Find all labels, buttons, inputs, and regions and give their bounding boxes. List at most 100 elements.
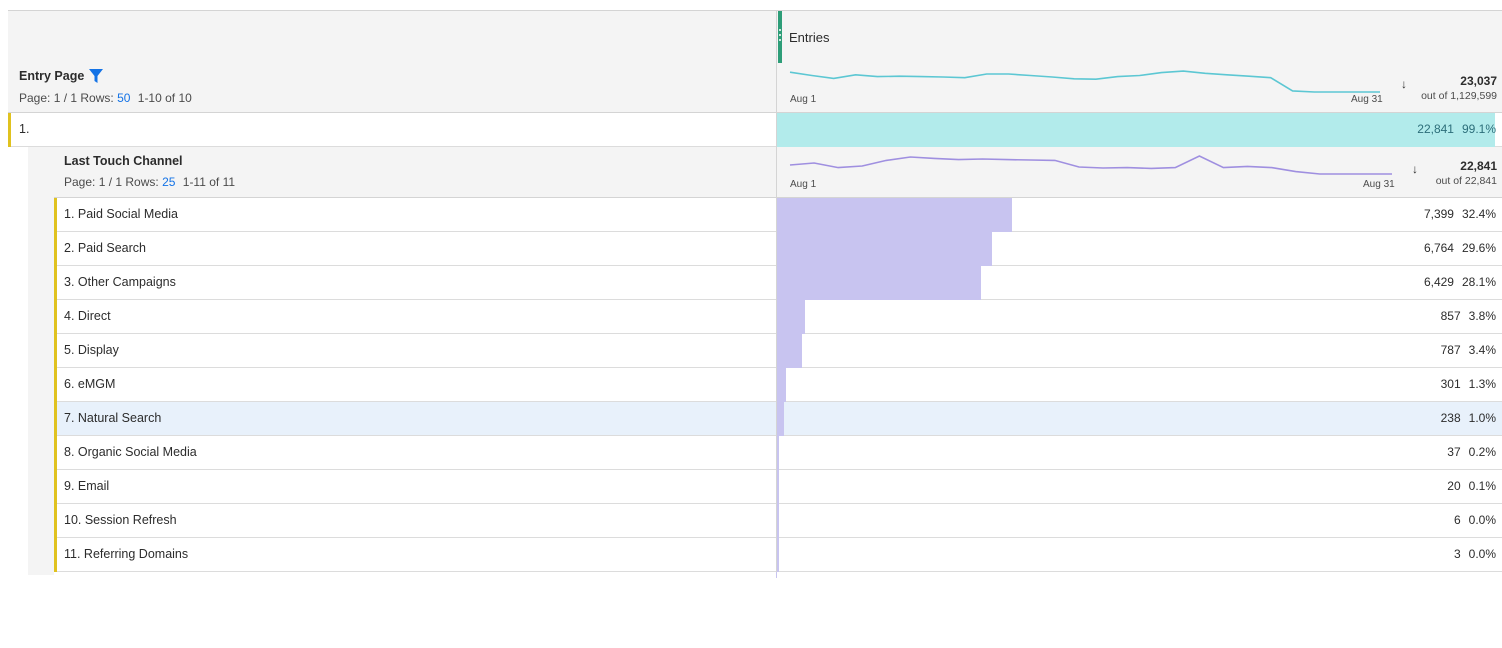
row-accent bbox=[54, 436, 57, 470]
channel-bar bbox=[777, 266, 981, 300]
channel-bar bbox=[777, 538, 779, 572]
entry-page-bar bbox=[777, 113, 1496, 147]
channel-dimension-name[interactable]: Last Touch Channel bbox=[64, 154, 183, 168]
row-label[interactable]: 3. Other Campaigns bbox=[64, 275, 176, 289]
page-label: Page: 1 / 1 Rows: bbox=[64, 175, 159, 189]
value-percent: 29.6% bbox=[1461, 241, 1496, 255]
entry-page-total-of: out of 1,129,599 bbox=[1421, 90, 1497, 102]
row-range: 1-10 of 10 bbox=[137, 91, 192, 105]
row-label[interactable]: 4. Direct bbox=[64, 309, 111, 323]
row-label[interactable]: 1. bbox=[19, 122, 29, 136]
breakdown-indent bbox=[28, 147, 54, 575]
rows-per-page-selector[interactable]: 25 bbox=[162, 175, 175, 189]
value-count: 3 bbox=[1453, 547, 1461, 561]
value-count: 22,841 bbox=[1417, 122, 1454, 136]
value-percent: 0.0% bbox=[1468, 547, 1496, 561]
row-value: 22,841 99.1% bbox=[1417, 122, 1496, 136]
channel-bar bbox=[777, 368, 787, 402]
column-divider bbox=[776, 147, 777, 197]
value-count: 301 bbox=[1440, 377, 1461, 391]
table-row[interactable]: 6. eMGM 301 1.3% bbox=[54, 368, 1502, 402]
value-percent: 3.8% bbox=[1468, 309, 1496, 323]
value-count: 20 bbox=[1447, 479, 1461, 493]
table-row[interactable]: 5. Display 787 3.4% bbox=[54, 334, 1502, 368]
channel-bar bbox=[777, 300, 805, 334]
row-value: 6 0.0% bbox=[1454, 513, 1496, 527]
value-percent: 1.3% bbox=[1468, 377, 1496, 391]
table-row[interactable]: 11. Referring Domains 3 0.0% bbox=[54, 538, 1502, 572]
row-value: 301 1.3% bbox=[1441, 377, 1496, 391]
row-label[interactable]: 5. Display bbox=[64, 343, 119, 357]
row-value: 7,399 32.4% bbox=[1424, 207, 1496, 221]
row-accent bbox=[54, 198, 57, 232]
row-value: 3 0.0% bbox=[1454, 547, 1496, 561]
value-count: 238 bbox=[1440, 411, 1461, 425]
row-value: 857 3.8% bbox=[1441, 309, 1496, 323]
table-row[interactable]: 9. Email 20 0.1% bbox=[54, 470, 1502, 504]
sparkline-start-label: Aug 1 bbox=[790, 94, 817, 105]
value-count: 6,764 bbox=[1423, 241, 1454, 255]
value-count: 857 bbox=[1440, 309, 1461, 323]
row-label[interactable]: 10. Session Refresh bbox=[64, 513, 177, 527]
value-percent: 0.1% bbox=[1468, 479, 1496, 493]
row-label[interactable]: 6. eMGM bbox=[64, 377, 115, 391]
channel-bar bbox=[777, 198, 1012, 232]
row-label[interactable]: 11. Referring Domains bbox=[64, 547, 188, 561]
row-value: 787 3.4% bbox=[1441, 343, 1496, 357]
row-label[interactable]: 1. Paid Social Media bbox=[64, 207, 178, 221]
channel-pagination: Page: 1 / 1 Rows: 25 1-11 of 11 bbox=[64, 175, 235, 189]
metric-column-title[interactable]: Entries bbox=[789, 30, 829, 45]
table-row[interactable]: 7. Natural Search 238 1.0% bbox=[54, 402, 1502, 436]
sparkline-path bbox=[789, 155, 1392, 175]
table-row[interactable]: 10. Session Refresh 6 0.0% bbox=[54, 504, 1502, 538]
value-percent: 3.4% bbox=[1468, 343, 1496, 357]
table-row[interactable]: 1. 22,841 99.1% bbox=[8, 113, 1502, 147]
table-row[interactable]: 3. Other Campaigns 6,429 28.1% bbox=[54, 266, 1502, 300]
channel-bar bbox=[777, 504, 779, 538]
row-label[interactable]: 7. Natural Search bbox=[64, 411, 161, 425]
drag-handle-icon[interactable] bbox=[778, 11, 782, 63]
table-header: Entries bbox=[8, 10, 1502, 64]
row-accent bbox=[54, 266, 57, 300]
sparkline-path bbox=[789, 70, 1380, 93]
entry-page-header: Entry Page Page: 1 / 1 Rows: 50 1-10 of … bbox=[8, 63, 1502, 113]
sparkline-start-label: Aug 1 bbox=[790, 179, 817, 190]
row-label[interactable]: 8. Organic Social Media bbox=[64, 445, 197, 459]
value-count: 7,399 bbox=[1423, 207, 1454, 221]
channel-bar bbox=[777, 334, 802, 368]
row-value: 238 1.0% bbox=[1441, 411, 1496, 425]
channel-bar bbox=[777, 402, 785, 436]
row-accent bbox=[54, 504, 57, 538]
entry-page-dimension-name[interactable]: Entry Page bbox=[19, 69, 84, 83]
column-divider bbox=[776, 63, 777, 112]
entry-page-total: 23,037 bbox=[1460, 74, 1497, 88]
value-count: 6 bbox=[1453, 513, 1461, 527]
row-value: 6,764 29.6% bbox=[1424, 241, 1496, 255]
channel-bar bbox=[777, 470, 779, 504]
filter-icon[interactable] bbox=[88, 68, 104, 84]
value-percent: 0.2% bbox=[1468, 445, 1496, 459]
row-label[interactable]: 9. Email bbox=[64, 479, 109, 493]
row-accent bbox=[54, 402, 57, 436]
row-value: 37 0.2% bbox=[1447, 445, 1496, 459]
channel-sparkline bbox=[789, 155, 1392, 175]
column-divider bbox=[776, 11, 777, 63]
row-value: 20 0.1% bbox=[1447, 479, 1496, 493]
row-accent bbox=[54, 368, 57, 402]
table-row[interactable]: 1. Paid Social Media 7,399 32.4% bbox=[54, 198, 1502, 232]
table-row[interactable]: 2. Paid Search 6,764 29.6% bbox=[54, 232, 1502, 266]
row-accent bbox=[54, 538, 57, 572]
row-label[interactable]: 2. Paid Search bbox=[64, 241, 146, 255]
value-count: 6,429 bbox=[1423, 275, 1454, 289]
value-percent: 32.4% bbox=[1461, 207, 1496, 221]
channel-bar bbox=[777, 436, 779, 470]
row-accent bbox=[54, 470, 57, 504]
entry-page-sparkline bbox=[789, 70, 1380, 93]
row-value: 6,429 28.1% bbox=[1424, 275, 1496, 289]
table-row[interactable]: 8. Organic Social Media 37 0.2% bbox=[54, 436, 1502, 470]
row-accent bbox=[54, 334, 57, 368]
row-accent bbox=[54, 300, 57, 334]
rows-per-page-selector[interactable]: 50 bbox=[117, 91, 130, 105]
channel-header: Last Touch Channel Page: 1 / 1 Rows: 25 … bbox=[54, 147, 1502, 198]
table-row[interactable]: 4. Direct 857 3.8% bbox=[54, 300, 1502, 334]
